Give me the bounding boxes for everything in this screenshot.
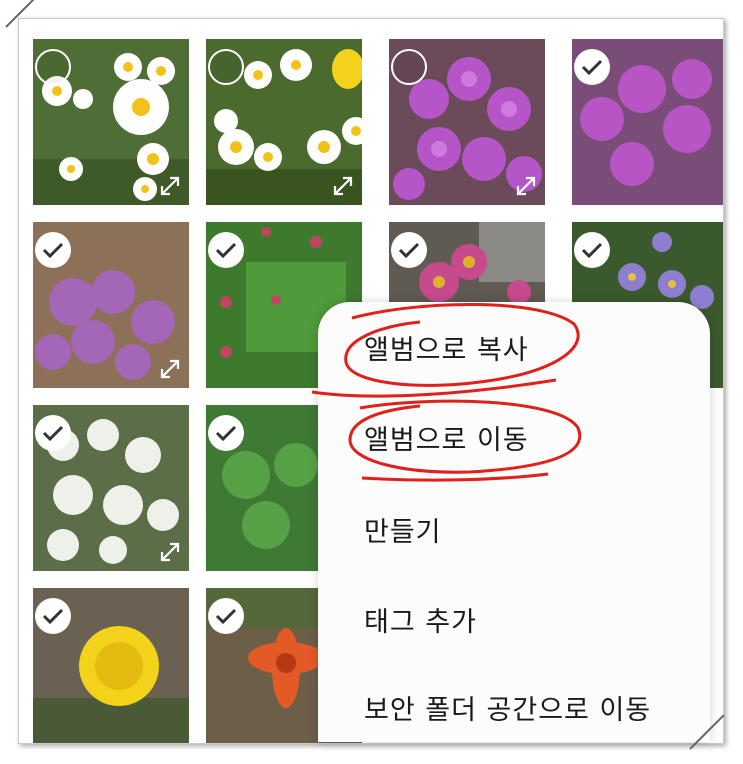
check-circle-icon[interactable] bbox=[35, 598, 71, 634]
menu-item-add-tag[interactable]: 태그 추가 bbox=[364, 600, 477, 639]
check-circle-icon[interactable] bbox=[574, 232, 610, 268]
photo-tile[interactable] bbox=[389, 39, 545, 205]
select-circle-icon[interactable] bbox=[391, 49, 427, 85]
context-menu: 앨범으로 복사 앨범으로 이동 만들기 태그 추가 보안 폴더 공간으로 이동 bbox=[318, 302, 710, 742]
check-circle-icon[interactable] bbox=[208, 598, 244, 634]
expand-icon[interactable] bbox=[159, 175, 181, 197]
expand-icon[interactable] bbox=[159, 358, 181, 380]
check-circle-icon[interactable] bbox=[208, 415, 244, 451]
photo-tile[interactable] bbox=[33, 39, 189, 205]
photo-tile[interactable] bbox=[572, 39, 723, 205]
menu-item-move-to-album[interactable]: 앨범으로 이동 bbox=[364, 418, 529, 457]
check-circle-icon[interactable] bbox=[208, 232, 244, 268]
menu-item-move-to-secure-folder[interactable]: 보안 폴더 공간으로 이동 bbox=[364, 688, 651, 727]
expand-icon[interactable] bbox=[332, 175, 354, 197]
expand-icon[interactable] bbox=[515, 175, 537, 197]
check-circle-icon[interactable] bbox=[574, 49, 610, 85]
photo-tile[interactable] bbox=[33, 222, 189, 388]
check-circle-icon[interactable] bbox=[35, 232, 71, 268]
photo-tile[interactable] bbox=[33, 405, 189, 571]
photo-tile[interactable] bbox=[206, 39, 362, 205]
select-circle-icon[interactable] bbox=[208, 49, 244, 85]
select-circle-icon[interactable] bbox=[35, 49, 71, 85]
menu-item-copy-to-album[interactable]: 앨범으로 복사 bbox=[364, 328, 529, 367]
menu-item-create[interactable]: 만들기 bbox=[364, 510, 442, 549]
expand-icon[interactable] bbox=[159, 541, 181, 563]
photo-tile[interactable] bbox=[33, 588, 189, 743]
check-circle-icon[interactable] bbox=[391, 232, 427, 268]
check-circle-icon[interactable] bbox=[35, 415, 71, 451]
